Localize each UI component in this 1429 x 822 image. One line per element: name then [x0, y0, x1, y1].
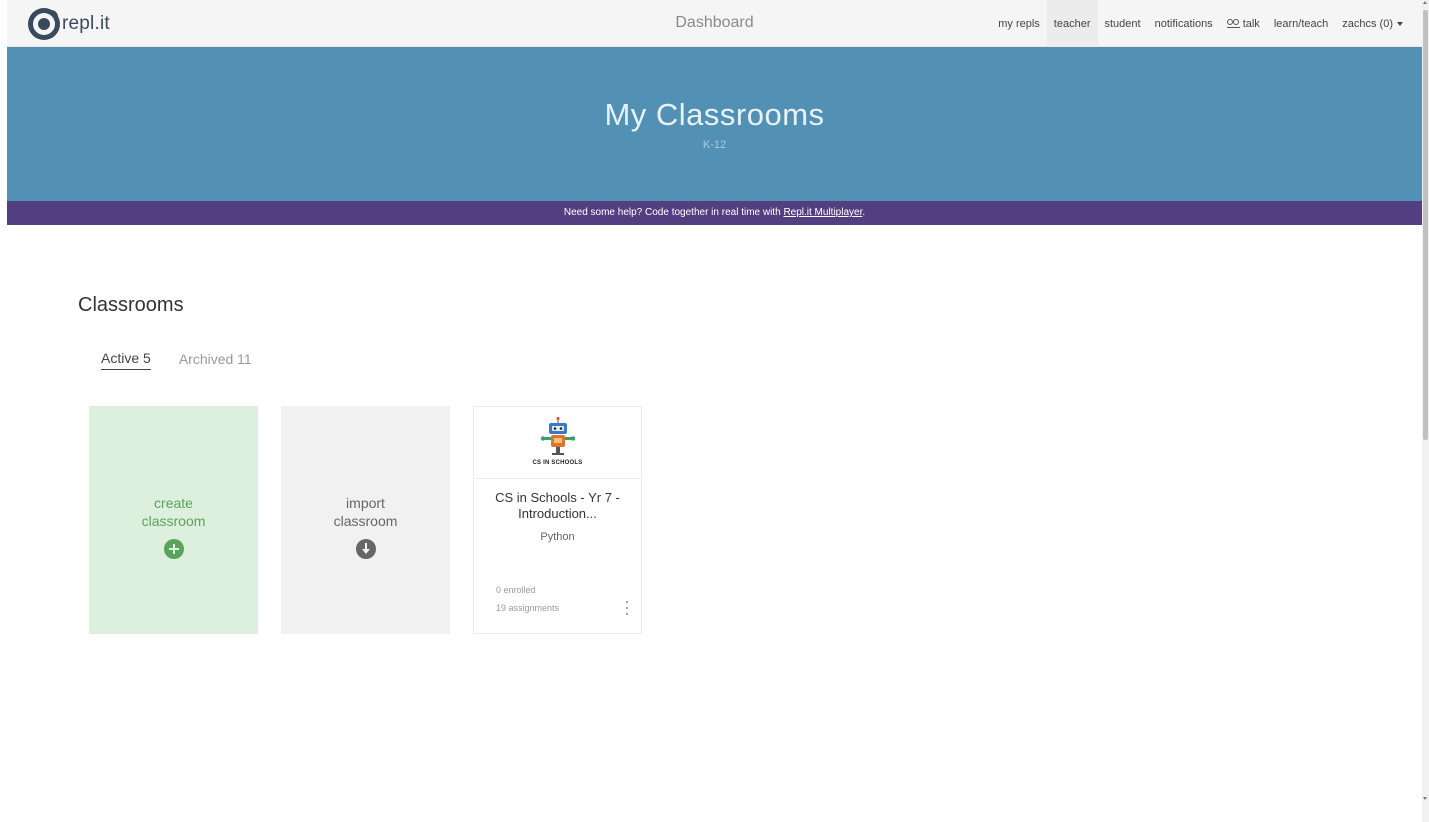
multiplayer-link[interactable]: Repl.it Multiplayer [783, 207, 862, 218]
nav-notifications[interactable]: notifications [1148, 0, 1220, 47]
assignments-count: 19 assignments [496, 603, 560, 613]
classroom-tabs: Active 5 Archived 11 [101, 350, 280, 370]
scroll-up-icon[interactable] [1423, 1, 1427, 4]
import-classroom-label: import classroom [333, 495, 398, 529]
nav-student[interactable]: student [1098, 0, 1148, 47]
classroom-thumbnail: CS IN SCHOOLS [474, 407, 641, 479]
tab-archived[interactable]: Archived 11 [179, 351, 252, 370]
caret-down-icon [1397, 21, 1403, 26]
multiplayer-banner: Need some help? Code together in real ti… [7, 201, 1422, 225]
nav-teacher[interactable]: teacher [1046, 0, 1098, 47]
tab-active[interactable]: Active 5 [101, 350, 151, 370]
people-icon [1226, 19, 1240, 28]
banner-suffix: . [862, 207, 866, 218]
classroom-card[interactable]: CS IN SCHOOLS CS in Schools - Yr 7 - Int… [473, 406, 642, 634]
classroom-language: Python [540, 531, 575, 543]
hero-title: My Classrooms [604, 97, 825, 132]
classroom-name[interactable]: CS in Schools - Yr 7 - Introduction... [482, 490, 633, 522]
thumbnail-caption: CS IN SCHOOLS [532, 460, 583, 466]
replit-logo-icon [28, 8, 60, 40]
download-circle-icon [356, 539, 376, 559]
page-scrollbar[interactable] [1422, 0, 1429, 822]
robot-logo-icon [540, 417, 576, 455]
banner-text: Need some help? Code together in real ti… [563, 207, 784, 218]
enrolled-count: 0 enrolled [496, 585, 536, 595]
plus-circle-icon [164, 539, 184, 559]
scroll-down-icon[interactable] [1423, 797, 1427, 800]
scrollbar-thumb[interactable] [1423, 10, 1428, 440]
create-classroom-card[interactable]: create classroom [89, 406, 258, 634]
create-classroom-label: create classroom [141, 495, 206, 529]
more-options-icon[interactable] [624, 600, 630, 616]
brand-link[interactable]: repl.it [28, 8, 110, 40]
import-classroom-card[interactable]: import classroom [281, 406, 450, 634]
nav-learn-teach[interactable]: learn/teach [1267, 0, 1335, 47]
nav-my-repls[interactable]: my repls [991, 0, 1047, 47]
section-title: Classrooms [78, 294, 184, 316]
brand-name: repl.it [62, 13, 110, 34]
top-navbar: repl.it Dashboard my repls teacher stude… [7, 0, 1422, 47]
nav-links: my repls teacher student notifications t… [991, 0, 1410, 47]
user-menu[interactable]: zachcs (0) [1335, 0, 1410, 47]
hero-banner: My Classrooms K-12 [7, 47, 1422, 201]
nav-talk[interactable]: talk [1220, 0, 1267, 47]
hero-subtitle: K-12 [702, 139, 727, 151]
